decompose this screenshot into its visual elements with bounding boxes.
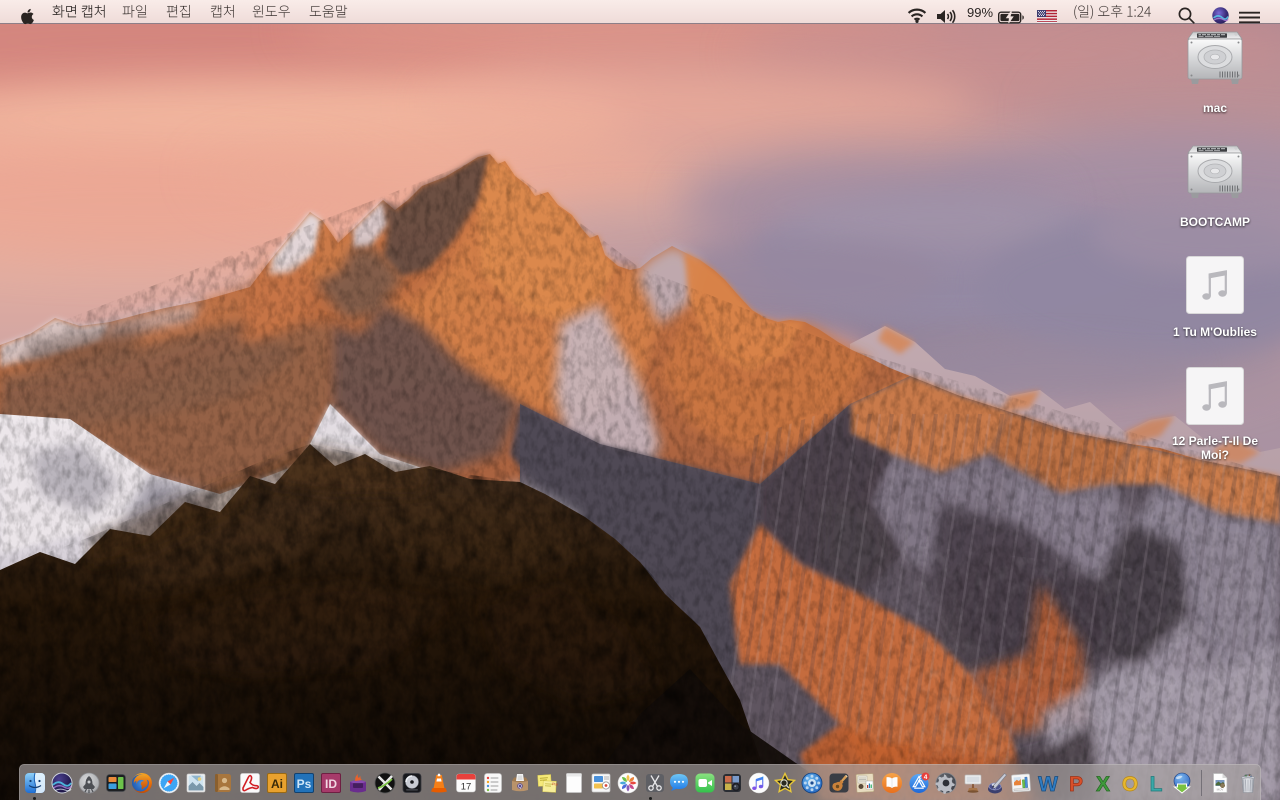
svg-text:X: X bbox=[1096, 773, 1110, 794]
svg-text:W: W bbox=[1038, 773, 1058, 794]
svg-text:4: 4 bbox=[924, 774, 928, 781]
svg-text:ID: ID bbox=[325, 777, 337, 791]
svg-text:P: P bbox=[1069, 773, 1083, 794]
svg-text:17: 17 bbox=[461, 782, 472, 793]
svg-text:Ai: Ai bbox=[271, 777, 283, 791]
svg-text:Ps: Ps bbox=[297, 777, 312, 791]
svg-text:L: L bbox=[1150, 773, 1163, 794]
svg-text:Plan: Plan bbox=[552, 782, 558, 786]
svg-text:Q: Q bbox=[518, 784, 522, 790]
svg-text:MOV: MOV bbox=[1217, 788, 1224, 792]
svg-text:O: O bbox=[1122, 773, 1138, 794]
